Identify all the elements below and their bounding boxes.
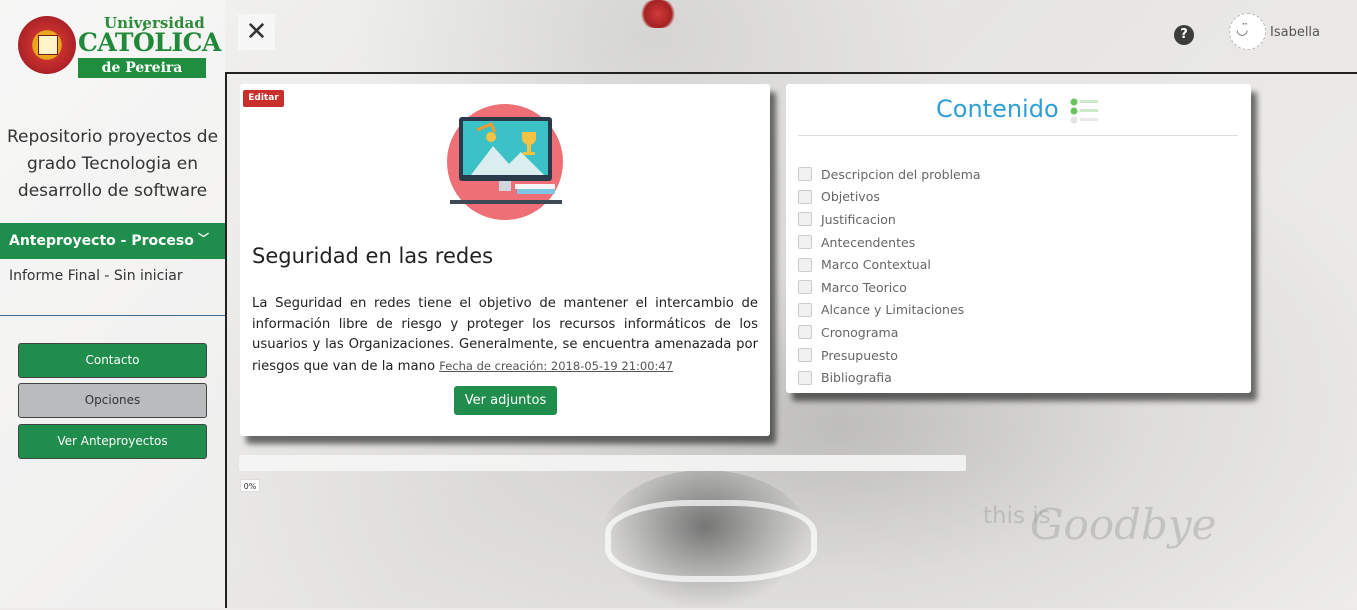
checkbox[interactable] — [798, 348, 812, 363]
checkbox[interactable] — [798, 189, 812, 204]
user-name[interactable]: Isabella — [1270, 25, 1320, 40]
logo-text: de Pereira — [78, 58, 206, 78]
chevron-down-icon: ﹀ — [198, 232, 209, 245]
contents-title: Contenido — [936, 95, 1059, 123]
contents-card: Contenido Descripcion del problema Objet… — [786, 84, 1251, 393]
project-illustration-icon — [447, 104, 563, 220]
repository-title: Repositorio proyectos de grado Tecnologi… — [6, 127, 219, 201]
checklist-label: Objetivos — [821, 189, 880, 205]
help-icon[interactable]: ? — [1174, 25, 1194, 45]
project-description: La Seguridad en redes tiene el objetivo … — [252, 294, 758, 378]
project-card: Editar Seguridad en las redes La Segurid… — [240, 84, 770, 436]
checklist-label: Antecendentes — [821, 234, 916, 250]
ver-anteproyectos-button[interactable]: Ver Anteproyectos — [18, 424, 207, 459]
checklist-item: Cronograma — [798, 321, 981, 344]
project-title: Seguridad en las redes — [252, 244, 494, 268]
contents-divider — [798, 135, 1238, 136]
sidebar-divider — [0, 315, 225, 316]
checklist-item: Justificacion — [798, 208, 981, 231]
checklist-label: Justificacion — [821, 211, 896, 227]
checklist-item: Antecendentes — [798, 231, 981, 254]
checklist-icon — [1070, 98, 1098, 124]
sidebar: Universidad CATÓLICA de Pereira Reposito… — [0, 0, 225, 608]
opciones-button[interactable]: Opciones — [18, 383, 207, 418]
checklist-item: Presupuesto — [798, 344, 981, 367]
edit-button[interactable]: Editar — [243, 90, 284, 107]
checklist-label: Cronograma — [821, 324, 899, 340]
checklist-label: Marco Teorico — [821, 279, 907, 295]
close-icon: ✕ — [245, 17, 268, 47]
avatar-icon: ◡̈ — [1236, 22, 1249, 38]
checkbox[interactable] — [798, 212, 812, 227]
checkbox[interactable] — [798, 167, 812, 182]
sidebar-item-anteproyecto[interactable]: Anteproyecto - Proceso ﹀ — [0, 223, 225, 259]
checklist-item: Objetivos — [798, 186, 981, 209]
logo-text: CATÓLICA — [78, 28, 221, 57]
checklist-item: Marco Contextual — [798, 253, 981, 276]
sidebar-item-informe-final[interactable]: Informe Final - Sin iniciar — [9, 268, 183, 284]
checklist-item: Descripcion del problema — [798, 163, 981, 186]
checklist-item: Bibliografia — [798, 366, 981, 389]
checklist-label: Alcance y Limitaciones — [821, 302, 965, 318]
checkbox[interactable] — [798, 235, 812, 250]
checkbox[interactable] — [798, 325, 812, 340]
checkbox[interactable] — [798, 257, 812, 272]
checklist-label: Descripcion del problema — [821, 166, 981, 182]
progress-bar — [239, 455, 966, 471]
checkbox[interactable] — [798, 280, 812, 295]
checkbox[interactable] — [798, 302, 812, 317]
checklist-item: Marco Teorico — [798, 276, 981, 299]
checklist-label: Presupuesto — [821, 347, 898, 363]
university-logo[interactable]: Universidad CATÓLICA de Pereira — [18, 14, 221, 80]
checklist-label: Bibliografia — [821, 370, 892, 386]
contacto-button[interactable]: Contacto — [18, 343, 207, 378]
project-creation-date: Fecha de creación: 2018-05-19 21:00:47 — [439, 359, 674, 374]
checklist-item: Alcance y Limitaciones — [798, 299, 981, 322]
sidebar-item-label: Anteproyecto - Proceso — [9, 233, 194, 249]
checkbox[interactable] — [798, 370, 812, 385]
close-button[interactable]: ✕ — [238, 14, 275, 50]
avatar[interactable]: ◡̈ — [1229, 13, 1266, 50]
university-seal-icon — [18, 16, 76, 74]
ver-adjuntos-button[interactable]: Ver adjuntos — [454, 386, 557, 415]
contents-checklist: Descripcion del problema Objetivos Justi… — [798, 163, 981, 389]
progress-label: 0% — [240, 479, 260, 492]
checklist-label: Marco Contextual — [821, 257, 931, 273]
background-decoration — [640, 0, 676, 28]
